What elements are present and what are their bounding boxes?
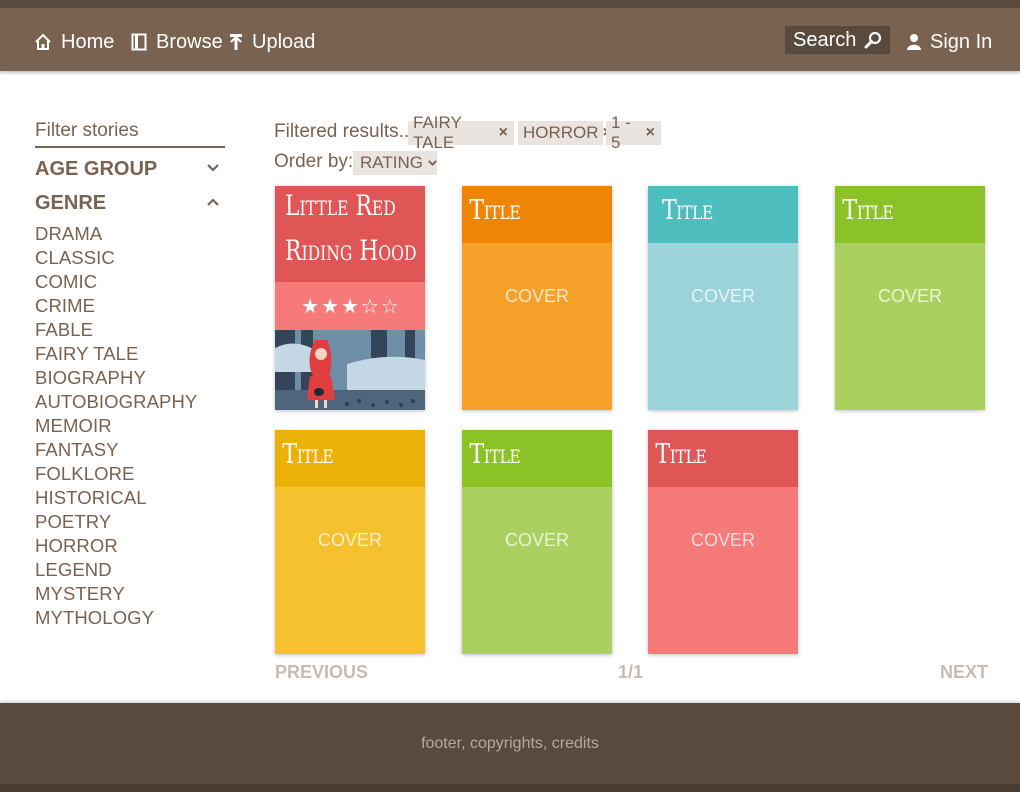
genre-item-horror[interactable]: HORROR <box>35 534 225 558</box>
sign-in-label: Sign In <box>930 30 993 53</box>
star-filled-icon: ★ <box>301 295 320 318</box>
remove-filter-icon[interactable]: × <box>499 124 508 142</box>
genre-item-poetry[interactable]: POETRY <box>35 510 225 534</box>
nav-home-label: Home <box>61 30 115 53</box>
filter-chip-horror: HORROR × <box>518 121 612 145</box>
star-filled-icon: ★ <box>341 295 359 318</box>
filter-chip-rating-range: 1 - 5 × <box>606 113 661 152</box>
story-card[interactable]: Title COVER <box>648 430 798 654</box>
genre-item-legend[interactable]: LEGEND <box>35 558 225 582</box>
genre-item-biography[interactable]: BIOGRAPHY <box>35 366 225 390</box>
story-card-title: Title <box>661 195 713 226</box>
story-card-title-area: Title <box>648 186 798 243</box>
chevron-down-icon <box>207 164 219 172</box>
nav-upload-label: Upload <box>252 30 316 53</box>
story-title-line-2: Riding Hood <box>285 234 417 267</box>
story-card-cover: COVER <box>648 243 798 410</box>
age-group-toggle[interactable]: AGE GROUP <box>35 152 225 186</box>
home-icon <box>35 33 51 50</box>
search-icon[interactable] <box>864 31 882 49</box>
chevron-down-icon <box>428 160 437 167</box>
genre-item-fairy-tale[interactable]: FAIRY TALE <box>35 342 225 366</box>
star-filled-icon: ★ <box>321 295 340 318</box>
red-riding-hood-illustration <box>275 330 425 410</box>
book-icon <box>131 33 147 51</box>
story-card-title: Title <box>655 439 707 470</box>
upload-icon <box>230 34 242 50</box>
star-empty-icon: ☆ <box>360 295 379 318</box>
nav-browse-link[interactable]: Browse <box>131 30 223 54</box>
order-by-value: RATING <box>360 153 423 172</box>
genre-item-autobiography[interactable]: AUTOBIOGRAPHY <box>35 390 225 414</box>
star-empty-icon: ☆ <box>380 295 399 318</box>
story-card-cover: COVER <box>648 487 798 654</box>
genre-label: GENRE <box>35 192 107 214</box>
genre-item-classic[interactable]: CLASSIC <box>35 246 225 270</box>
genre-item-crime[interactable]: CRIME <box>35 294 225 318</box>
sign-in-link[interactable]: Sign In <box>907 30 992 54</box>
story-card[interactable]: Title COVER <box>275 430 425 654</box>
story-card-title: Title <box>282 439 334 470</box>
story-card-title: Title <box>842 195 894 226</box>
story-card[interactable]: Title COVER <box>462 186 612 410</box>
genre-item-drama[interactable]: DRAMA <box>35 222 225 246</box>
remove-filter-icon[interactable]: × <box>646 124 655 142</box>
story-card-cover: COVER <box>275 487 425 654</box>
page-indicator: 1/1 <box>618 662 644 682</box>
user-icon <box>907 34 921 50</box>
story-card-title-area: Title <box>462 430 612 487</box>
filter-chip-fairy-tale: FAIRY TALE × <box>408 113 514 152</box>
nav-browse-label: Browse <box>156 30 223 53</box>
story-card-title: Title <box>469 439 521 470</box>
chevron-up-icon <box>207 198 219 206</box>
previous-page-button[interactable]: PREVIOUS <box>275 662 368 683</box>
genre-item-fantasy[interactable]: FANTASY <box>35 438 225 462</box>
next-page-button[interactable]: NEXT <box>940 662 988 683</box>
footer-text: footer, copyrights, credits <box>421 735 599 752</box>
story-card-title-area: Title <box>648 430 798 487</box>
story-card[interactable]: Title COVER <box>648 186 798 410</box>
filter-chip-label: HORROR <box>523 123 599 142</box>
genre-item-folklore[interactable]: FOLKLORE <box>35 462 225 486</box>
genre-item-historical[interactable]: HISTORICAL <box>35 486 225 510</box>
order-by-label: Order by: <box>274 151 354 172</box>
story-title-line-1: Little Red <box>285 189 396 222</box>
age-group-label: AGE GROUP <box>35 158 158 180</box>
story-card-cover: COVER <box>462 487 612 654</box>
filtered-results-label: Filtered results... <box>274 121 415 142</box>
filter-sidebar: Filter stories AGE GROUP GENRE DRAMA CLA… <box>35 120 225 630</box>
story-card-title-area: Title <box>462 186 612 243</box>
genre-item-memoir[interactable]: MEMOIR <box>35 414 225 438</box>
nav-home-link[interactable]: Home <box>34 30 114 54</box>
filter-sidebar-title: Filter stories <box>35 120 225 148</box>
nav-upload-link[interactable]: Upload <box>229 30 315 54</box>
story-card-cover: COVER <box>835 243 985 410</box>
top-nav-bar: Home Browse Upload Search Sign In <box>0 0 1020 71</box>
story-card-title: Title <box>469 195 521 226</box>
story-card-title-area: Title <box>835 186 985 243</box>
genre-list: DRAMA CLASSIC COMIC CRIME FABLE FAIRY TA… <box>35 222 225 630</box>
filter-chip-label: 1 - 5 <box>611 113 631 152</box>
story-card-title-area: Title <box>275 430 425 487</box>
genre-item-comic[interactable]: COMIC <box>35 270 225 294</box>
order-by-select[interactable]: RATING <box>353 151 437 175</box>
story-card-featured[interactable]: Little Red Riding Hood ★ ★ ★ ☆ ☆ <box>275 186 425 410</box>
genre-item-fable[interactable]: FABLE <box>35 318 225 342</box>
story-card-title-area: Little Red Riding Hood <box>275 186 425 282</box>
story-card[interactable]: Title COVER <box>462 430 612 654</box>
genre-item-mystery[interactable]: MYSTERY <box>35 582 225 606</box>
search-placeholder: Search <box>793 28 857 51</box>
star-rating: ★ ★ ★ ☆ ☆ <box>275 282 425 330</box>
story-card[interactable]: Title COVER <box>835 186 985 410</box>
genre-item-mythology[interactable]: MYTHOLOGY <box>35 606 225 630</box>
search-input[interactable]: Search <box>785 26 890 54</box>
filter-chip-label: FAIRY TALE <box>413 113 462 152</box>
page-footer: footer, copyrights, credits <box>0 703 1020 792</box>
story-card-cover: COVER <box>462 243 612 410</box>
genre-toggle[interactable]: GENRE <box>35 186 225 220</box>
